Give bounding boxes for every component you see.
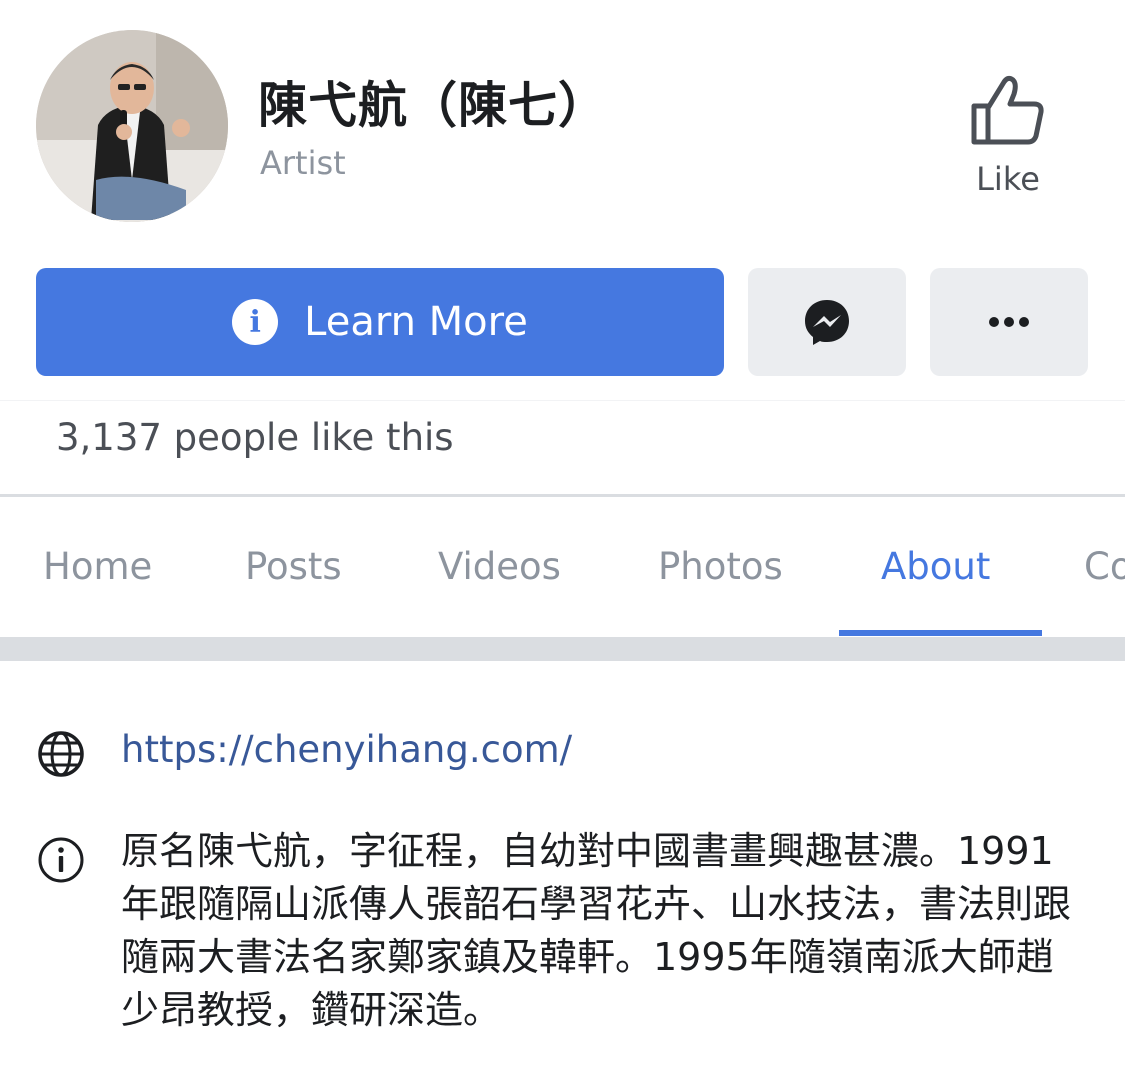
learn-more-label: Learn More [304, 299, 528, 345]
info-circle-icon [38, 837, 84, 883]
tab-community[interactable]: Co [1084, 545, 1125, 588]
active-tab-indicator [839, 630, 1042, 636]
page-title: 陳弋航（陳七） [258, 77, 609, 134]
avatar-photo [36, 30, 228, 222]
about-section: https://chenyihang.com/ 原名陳弋航，字征程，自幼對中國書… [0, 661, 1125, 1069]
like-label: Like [976, 160, 1040, 198]
more-icon [989, 317, 1029, 327]
tab-videos[interactable]: Videos [438, 545, 561, 588]
about-description: 原名陳弋航，字征程，自幼對中國書畫興趣甚濃。1991年跟隨隔山派傳人張韶石學習花… [121, 829, 1072, 1032]
profile-avatar[interactable] [36, 30, 228, 222]
thumbs-up-icon [971, 75, 1044, 145]
tab-posts[interactable]: Posts [245, 545, 342, 588]
page-category: Artist [260, 144, 346, 182]
website-link[interactable]: https://chenyihang.com/ [121, 728, 572, 771]
like-button[interactable]: Like [950, 72, 1066, 212]
likes-count: 3,137 people like this [56, 416, 454, 459]
more-options-button[interactable] [930, 268, 1088, 376]
page-tabs: Home Posts Videos Photos About Co [0, 497, 1125, 637]
messenger-icon [805, 300, 849, 345]
section-divider [0, 637, 1125, 661]
tab-photos[interactable]: Photos [658, 545, 783, 588]
website-row [36, 729, 86, 779]
message-button[interactable] [748, 268, 906, 376]
tab-about[interactable]: About [881, 545, 990, 588]
tab-home[interactable]: Home [43, 545, 152, 588]
learn-more-button[interactable]: i Learn More [36, 268, 724, 376]
globe-icon [38, 731, 84, 777]
page-actions: i Learn More [0, 268, 1125, 376]
divider [0, 400, 1125, 401]
page-header: 陳弋航（陳七） Artist Like [0, 0, 1125, 250]
info-icon: i [232, 299, 279, 345]
